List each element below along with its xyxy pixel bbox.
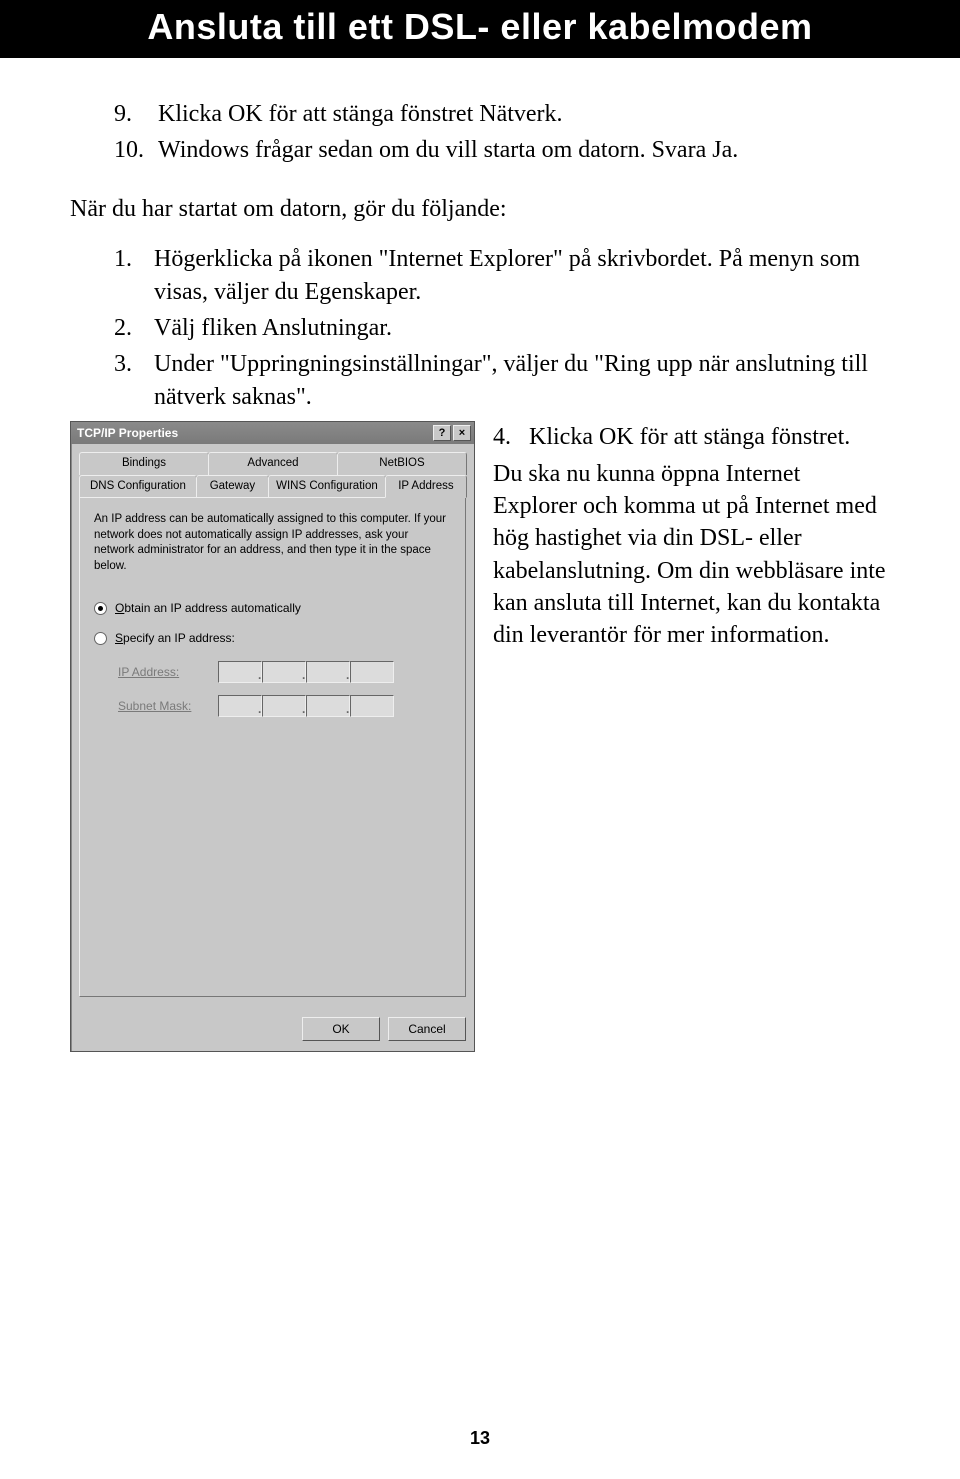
intro-paragraph: När du har startat om datorn, gör du föl… [70, 193, 890, 225]
radio-label: btain an IP address automatically [124, 601, 301, 615]
ip-description: An IP address can be automatically assig… [94, 512, 451, 574]
radio-label: pecify an IP address: [123, 631, 235, 645]
dialog-titlebar: TCP/IP Properties ? × [71, 422, 474, 444]
tab-dns[interactable]: DNS Configuration [79, 475, 197, 498]
step-number: 4. [493, 421, 529, 453]
radio-label-u: O [115, 601, 124, 615]
dialog-and-text: TCP/IP Properties ? × Bindings Advanced … [70, 421, 890, 1052]
step-text: Välj fliken Anslutningar. [154, 312, 392, 344]
radio-icon [94, 632, 107, 645]
tabs-row-2: DNS Configuration Gateway WINS Configura… [79, 475, 466, 498]
tabs-row-1: Bindings Advanced NetBIOS [79, 452, 466, 475]
step-text: Under "Uppringningsinställningar", välje… [154, 348, 890, 413]
ip-address-input[interactable] [218, 661, 394, 683]
radio-obtain-auto[interactable]: Obtain an IP address automatically [94, 600, 451, 616]
subnet-mask-field: Subnet Mask: [118, 695, 451, 717]
step-number: 1. [114, 243, 154, 308]
tcpip-properties-dialog: TCP/IP Properties ? × Bindings Advanced … [70, 421, 475, 1052]
step-text: Högerklicka på ikonen "Internet Explorer… [154, 243, 890, 308]
subnet-mask-input[interactable] [218, 695, 394, 717]
tab-ip-address[interactable]: IP Address [385, 475, 467, 499]
step-number: 3. [114, 348, 154, 413]
radio-label-u: S [115, 631, 123, 645]
tab-netbios[interactable]: NetBIOS [337, 452, 467, 475]
ip-address-field: IP Address: [118, 661, 451, 683]
step-text: Klicka OK för att stänga fönstret Nätver… [158, 98, 563, 130]
help-button[interactable]: ? [433, 425, 451, 441]
ok-button[interactable]: OK [302, 1017, 380, 1041]
step-number: 9. [114, 98, 158, 130]
radio-specify[interactable]: Specify an IP address: [94, 630, 451, 646]
subnet-mask-label: Subnet Mask: [118, 698, 218, 714]
page-number: 13 [0, 1428, 960, 1449]
step-text: Klicka OK för att stänga fönstret. [529, 421, 850, 453]
cancel-button[interactable]: Cancel [388, 1017, 466, 1041]
steps-1-3: 1. Högerklicka på ikonen "Internet Explo… [70, 243, 890, 413]
step-number: 10. [114, 134, 158, 166]
ip-address-label: IP Address: [118, 664, 218, 680]
steps-9-10: 9. Klicka OK för att stänga fönstret Nät… [70, 98, 890, 167]
step-number: 2. [114, 312, 154, 344]
step-text: Windows frågar sedan om du vill starta o… [158, 134, 738, 166]
page-header: Ansluta till ett DSL- eller kabelmodem [0, 0, 960, 58]
dialog-title: TCP/IP Properties [77, 425, 431, 441]
tab-advanced[interactable]: Advanced [208, 452, 338, 475]
final-paragraph: Du ska nu kunna öppna Internet Explorer … [493, 458, 890, 652]
tab-wins[interactable]: WINS Configuration [268, 475, 386, 498]
close-button[interactable]: × [453, 425, 471, 441]
dialog-buttons: OK Cancel [71, 1007, 474, 1051]
page-content: 9. Klicka OK för att stänga fönstret Nät… [0, 58, 960, 1052]
radio-icon [94, 602, 107, 615]
tab-bindings[interactable]: Bindings [79, 452, 209, 475]
tab-gateway[interactable]: Gateway [196, 475, 269, 498]
tab-panel-ip: An IP address can be automatically assig… [79, 497, 466, 997]
step4-and-after: 4. Klicka OK för att stänga fönstret. Du… [493, 421, 890, 652]
dialog-body: Bindings Advanced NetBIOS DNS Configurat… [71, 444, 474, 1007]
